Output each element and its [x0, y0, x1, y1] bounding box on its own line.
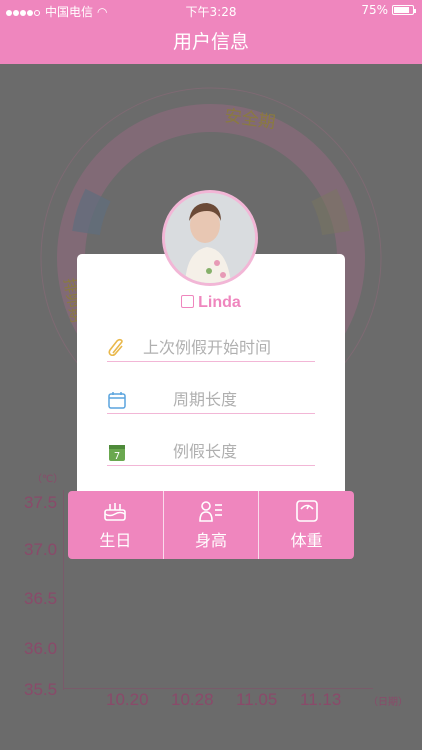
scale-icon — [295, 500, 318, 522]
calendar-icon — [108, 392, 126, 409]
tab-weight-label: 体重 — [290, 531, 323, 550]
period-length-field[interactable]: 7 — [107, 436, 315, 466]
x-axis-line — [63, 688, 373, 689]
calendar-day-icon: 7 — [109, 445, 125, 462]
y-tick-label: 35.5 — [24, 680, 58, 699]
edit-icon[interactable] — [181, 295, 195, 308]
last-period-field[interactable] — [107, 332, 315, 362]
battery-icon — [392, 5, 416, 15]
x-axis-unit: （日期） — [368, 697, 408, 708]
status-bar: 中国电信 ◠ 下午3:28 75% — [0, 0, 422, 20]
cake-icon — [104, 503, 127, 521]
x-tick-label: 10.28 — [171, 690, 214, 709]
x-tick-label: 10.20 — [106, 690, 149, 709]
cycle-length-field[interactable] — [107, 384, 315, 414]
avatar[interactable] — [162, 190, 258, 286]
user-info-card: Linda 7 — [77, 254, 345, 499]
tab-height[interactable]: 身高 — [164, 491, 260, 559]
username-row[interactable]: Linda — [77, 294, 345, 312]
profile-tabbar: 生日 身高 体重 — [68, 491, 354, 559]
battery-label: 75% — [361, 3, 388, 17]
cycle-length-input[interactable] — [143, 386, 313, 412]
height-icon — [199, 501, 222, 522]
tab-birthday[interactable]: 生日 — [68, 491, 164, 559]
status-time: 下午3:28 — [185, 5, 237, 19]
y-tick-label: 37.5 — [24, 493, 58, 512]
status-right: 75% — [361, 3, 416, 17]
x-tick-label: 11.05 — [236, 690, 278, 709]
y-tick-label: 37.0 — [24, 540, 58, 559]
y-axis-unit: （℃） — [32, 474, 64, 485]
page-title: 用户信息 — [0, 20, 422, 64]
period-length-input[interactable] — [143, 438, 313, 464]
svg-text:7: 7 — [114, 451, 120, 462]
y-tick-label: 36.0 — [24, 639, 58, 658]
username-label: Linda — [198, 294, 241, 311]
paperclip-icon — [108, 338, 123, 357]
avatar-photo — [165, 193, 255, 283]
tab-weight[interactable]: 体重 — [259, 491, 354, 559]
x-tick-label: 11.13 — [300, 690, 342, 709]
y-axis-line — [63, 490, 64, 690]
tab-birthday-label: 生日 — [99, 531, 132, 550]
tab-height-label: 身高 — [195, 531, 228, 550]
y-tick-label: 36.5 — [24, 589, 58, 608]
last-period-input[interactable] — [143, 334, 313, 360]
